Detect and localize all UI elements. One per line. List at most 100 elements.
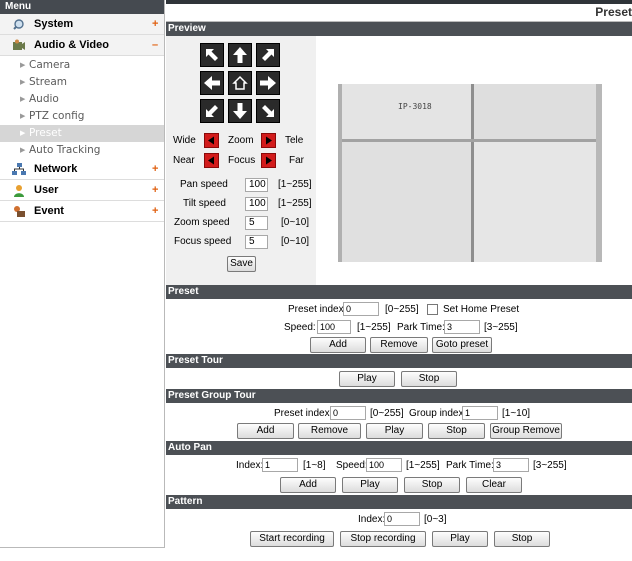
auto-pan-index-range: [1~8]: [303, 460, 326, 471]
sidebar-subitem-ptz-config[interactable]: ▶ PTZ config: [0, 108, 164, 125]
section-header-preset-tour: Preset Tour: [166, 354, 632, 368]
section-header-preview: Preview: [166, 22, 632, 36]
arrow-up-left-icon: [206, 49, 218, 61]
preset-tour-stop-button[interactable]: Stop: [401, 371, 457, 387]
preset-tour-section: Play Stop: [166, 368, 632, 389]
pan-up-left-button[interactable]: [200, 43, 224, 67]
zoom-out-button[interactable]: [204, 133, 219, 148]
arrow-down-left-icon: [206, 105, 218, 117]
group-preset-index-label: Preset index:: [274, 408, 333, 419]
pan-down-left-button[interactable]: [200, 99, 224, 123]
pan-right-button[interactable]: [256, 71, 280, 95]
group-add-button[interactable]: Add: [237, 423, 294, 439]
pan-speed-input[interactable]: 100: [245, 178, 268, 192]
collapse-icon[interactable]: –: [152, 35, 158, 56]
set-home-preset-checkbox[interactable]: [427, 304, 438, 315]
preset-speed-input[interactable]: 100: [317, 320, 351, 334]
focus-speed-input[interactable]: 5: [245, 235, 268, 249]
arrow-right-icon: [260, 76, 276, 90]
preset-tour-play-button[interactable]: Play: [339, 371, 395, 387]
pattern-play-button[interactable]: Play: [432, 531, 488, 547]
triangle-left-icon: [208, 136, 214, 145]
focus-far-button[interactable]: [261, 153, 276, 168]
pattern-index-input[interactable]: 0: [384, 512, 420, 526]
ptz-control-panel: Wide Zoom Tele Near Focus Far Pan speed …: [166, 36, 316, 285]
expand-icon[interactable]: +: [152, 201, 158, 222]
group-remove-button[interactable]: Remove: [298, 423, 361, 439]
goto-preset-button[interactable]: Goto preset: [432, 337, 492, 353]
sidebar-subitem-preset[interactable]: ▶ Preset: [0, 125, 164, 142]
preset-index-range: [0~255]: [385, 304, 419, 315]
sidebar-item-event[interactable]: Event +: [0, 201, 164, 222]
sidebar-subitem-auto-tracking[interactable]: ▶ Auto Tracking: [0, 142, 164, 159]
expand-icon[interactable]: +: [152, 159, 158, 180]
camera-overlay-text: IP-3018: [398, 102, 432, 111]
section-header-preset: Preset: [166, 285, 632, 299]
preset-group-tour-section: Preset index: 0 [0~255] Group index: 1 […: [166, 403, 632, 441]
focus-speed-label: Focus speed: [174, 236, 232, 247]
sidebar-subitem-audio[interactable]: ▶ Audio: [0, 91, 164, 108]
triangle-right-icon: ▶: [20, 129, 26, 137]
pan-down-button[interactable]: [228, 99, 252, 123]
tilt-speed-input[interactable]: 100: [245, 197, 268, 211]
arrow-down-right-icon: [262, 105, 274, 117]
magnifier-icon: [13, 19, 24, 30]
sidebar-item-system[interactable]: System +: [0, 14, 164, 35]
auto-pan-index-label: Index:: [236, 460, 264, 471]
pattern-section: Index: 0 [0~3] Start recording Stop reco…: [166, 509, 632, 549]
sidebar-item-audio-video[interactable]: Audio & Video –: [0, 35, 164, 56]
tele-label: Tele: [285, 135, 304, 146]
sidebar-subitem-camera[interactable]: ▶ Camera: [0, 57, 164, 74]
group-stop-button[interactable]: Stop: [428, 423, 485, 439]
auto-pan-add-button[interactable]: Add: [280, 477, 336, 493]
home-button[interactable]: [228, 71, 252, 95]
arrow-up-right-icon: [262, 49, 274, 61]
focus-row: Near Focus Far: [166, 152, 316, 170]
pan-down-right-button[interactable]: [256, 99, 280, 123]
pan-speed-row: Pan speed 100 [1~255]: [166, 176, 316, 194]
auto-pan-park-range: [3~255]: [533, 460, 567, 471]
auto-pan-index-input[interactable]: 1: [262, 458, 298, 472]
wide-label: Wide: [173, 135, 196, 146]
pan-left-button[interactable]: [200, 71, 224, 95]
auto-pan-clear-button[interactable]: Clear: [466, 477, 522, 493]
sidebar-subitem-label: Preset: [29, 127, 62, 139]
auto-pan-speed-input[interactable]: 100: [366, 458, 402, 472]
stop-recording-button[interactable]: Stop recording: [340, 531, 426, 547]
group-index-input[interactable]: 1: [462, 406, 498, 420]
focus-near-button[interactable]: [204, 153, 219, 168]
preset-index-input[interactable]: 0: [343, 302, 379, 316]
triangle-right-icon: ▶: [20, 146, 26, 154]
save-button[interactable]: Save: [227, 256, 256, 272]
auto-pan-stop-button[interactable]: Stop: [404, 477, 460, 493]
start-recording-button[interactable]: Start recording: [250, 531, 334, 547]
pan-up-right-button[interactable]: [256, 43, 280, 67]
sidebar-subitem-stream[interactable]: ▶ Stream: [0, 74, 164, 91]
preset-add-button[interactable]: Add: [310, 337, 366, 353]
triangle-right-icon: [266, 156, 272, 165]
group-play-button[interactable]: Play: [366, 423, 423, 439]
zoom-speed-input[interactable]: 5: [245, 216, 268, 230]
near-label: Near: [173, 155, 195, 166]
expand-icon[interactable]: +: [152, 180, 158, 201]
pan-up-button[interactable]: [228, 43, 252, 67]
pattern-index-range: [0~3]: [424, 514, 447, 525]
expand-icon[interactable]: +: [152, 14, 158, 35]
tilt-speed-row: Tilt speed 100 [1~255]: [166, 195, 316, 213]
pan-speed-range: [1~255]: [278, 179, 312, 190]
pan-speed-label: Pan speed: [180, 179, 228, 190]
camera-icon: [13, 39, 25, 50]
group-remove-all-button[interactable]: Group Remove: [490, 423, 562, 439]
preview-area: Wide Zoom Tele Near Focus Far Pan speed …: [166, 36, 632, 285]
pattern-stop-button[interactable]: Stop: [494, 531, 550, 547]
zoom-in-button[interactable]: [261, 133, 276, 148]
sidebar: Menu System + Audio & Video – ▶ Camera ▶: [0, 0, 165, 548]
preset-remove-button[interactable]: Remove: [370, 337, 428, 353]
preset-park-input[interactable]: 3: [444, 320, 480, 334]
auto-pan-play-button[interactable]: Play: [342, 477, 398, 493]
sidebar-item-user[interactable]: User +: [0, 180, 164, 201]
sidebar-item-network[interactable]: Network +: [0, 159, 164, 180]
sidebar-item-label: Network: [34, 163, 78, 175]
auto-pan-park-input[interactable]: 3: [493, 458, 529, 472]
group-preset-index-input[interactable]: 0: [330, 406, 366, 420]
